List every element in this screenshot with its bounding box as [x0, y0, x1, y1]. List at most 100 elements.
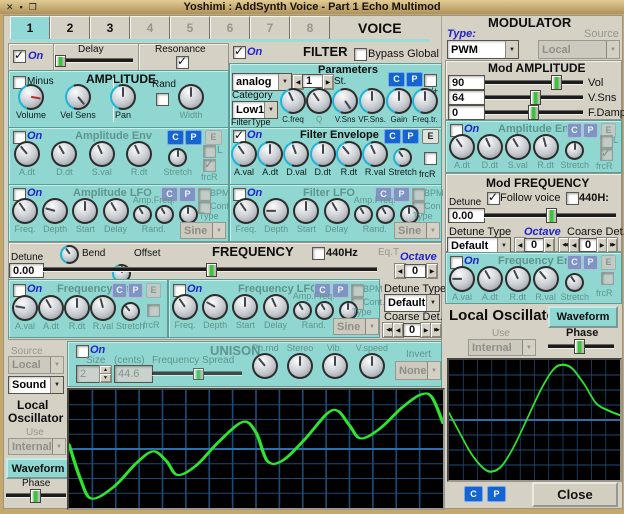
waveform-button[interactable]: Waveform [6, 458, 70, 479]
knob-pan[interactable] [110, 84, 136, 110]
knob-freq[interactable] [233, 198, 259, 224]
filter-env-edit-button[interactable]: E [422, 129, 439, 144]
freq-lfo-type-select[interactable]: Sine [333, 318, 379, 335]
mod-type-select[interactable]: PWM [447, 40, 519, 59]
local-osc-use-select[interactable]: Internal [8, 438, 66, 455]
mod-waveform-button[interactable]: Waveform [548, 306, 618, 328]
filter-paste-button[interactable]: P [406, 72, 423, 87]
unison-size-down-button[interactable] [99, 373, 112, 383]
mod-coarse-max-button[interactable] [606, 237, 618, 253]
close-button[interactable]: Close [532, 482, 618, 507]
phase-slider-handle[interactable] [30, 489, 41, 503]
knob-a-dt[interactable] [477, 266, 503, 292]
knob-a-val[interactable] [231, 141, 257, 167]
sound-select[interactable]: Sound [8, 376, 64, 394]
mod-velsns-handle[interactable] [530, 90, 541, 105]
voice-on-checkbox[interactable] [13, 50, 26, 63]
rand-checkbox[interactable] [156, 93, 169, 106]
detune-slider-handle[interactable] [206, 263, 217, 277]
knob-ph-rnd[interactable] [252, 353, 278, 379]
mod-fdamp-slider[interactable] [485, 105, 583, 118]
tab-voice-2[interactable]: 2 [50, 16, 90, 40]
resonance-checkbox[interactable] [176, 56, 189, 69]
coarse-detune-max-button[interactable] [430, 322, 442, 338]
mod-freq-env-forcedrelease-checkbox[interactable] [601, 272, 614, 285]
delay-slider[interactable] [57, 55, 133, 65]
filter-lfo-type-select[interactable]: Sine [394, 222, 440, 239]
knob-rand[interactable] [133, 205, 152, 224]
knob-r-val[interactable] [362, 141, 388, 167]
mod-fdamp-handle[interactable] [528, 105, 539, 120]
knob-rand[interactable] [354, 205, 373, 224]
knob-r-dt[interactable] [64, 295, 90, 321]
knob-a-val[interactable] [12, 295, 38, 321]
knob-vel-sens[interactable] [65, 84, 91, 110]
knob-r-dt[interactable] [505, 266, 531, 292]
amp-env-edit-button[interactable]: E [205, 130, 222, 145]
knob-rand[interactable] [155, 205, 174, 224]
octave-increment-button[interactable] [426, 263, 438, 279]
tab-voice-5[interactable]: 5 [170, 16, 210, 40]
knob-d-dt[interactable] [477, 134, 503, 160]
detune-type-select[interactable]: Default [384, 294, 440, 312]
bypass-global-checkbox[interactable] [354, 48, 367, 61]
minimize-icon[interactable]: ▪ [20, 1, 23, 13]
detune-slider[interactable] [43, 263, 377, 275]
mod-440hz-checkbox[interactable] [566, 192, 579, 205]
knob-width[interactable] [178, 84, 204, 110]
fixed-440hz-checkbox[interactable] [312, 247, 325, 260]
mod-detune-handle[interactable] [546, 208, 557, 223]
modulator-paste-button[interactable]: P [487, 486, 506, 502]
filter-on-checkbox[interactable] [233, 46, 246, 59]
knob-d-val[interactable] [283, 141, 309, 167]
knob-stretch[interactable] [168, 148, 187, 167]
knob-depth[interactable] [263, 198, 289, 224]
mod-amp-env-forcedrelease-checkbox[interactable] [600, 148, 613, 161]
knob-stretch[interactable] [121, 302, 140, 321]
knob-s-val[interactable] [89, 141, 115, 167]
knob-delay[interactable] [263, 294, 289, 320]
maximize-icon[interactable]: ❐ [29, 1, 37, 13]
knob-freq-tr[interactable] [412, 88, 438, 114]
knob-v-sns[interactable] [332, 88, 358, 114]
amp-lfo-type-select[interactable]: Sine [180, 222, 226, 239]
knob-a-dt[interactable] [14, 141, 40, 167]
mod-freq-env-edit-button[interactable]: E [601, 255, 616, 270]
knob-start[interactable] [72, 198, 98, 224]
knob-r-val[interactable] [533, 266, 559, 292]
knob-rand[interactable] [376, 205, 395, 224]
phase-slider[interactable] [6, 489, 66, 501]
delay-slider-handle[interactable] [55, 55, 66, 67]
knob-vf-sns[interactable] [359, 88, 385, 114]
knob-rand[interactable] [293, 301, 312, 320]
knob-start[interactable] [232, 294, 258, 320]
filter-env-forcedrelease-checkbox[interactable] [424, 152, 437, 165]
mod-detune-slider[interactable] [484, 208, 616, 221]
knob-start[interactable] [293, 198, 319, 224]
knob-rand[interactable] [315, 301, 334, 320]
bend-knob[interactable] [60, 245, 79, 264]
knob-r-dt[interactable] [126, 141, 152, 167]
mod-velsns-slider[interactable] [485, 90, 583, 103]
filter-copy-button[interactable]: C [388, 72, 405, 87]
unison-spread-slider[interactable] [152, 368, 242, 378]
knob-r-dt[interactable] [533, 134, 559, 160]
knob-freq[interactable] [12, 198, 38, 224]
knob-d-dt[interactable] [51, 141, 77, 167]
mod-volume-slider[interactable] [485, 75, 583, 88]
knob-stretch[interactable] [565, 141, 584, 160]
close-window-icon[interactable]: ✕ [6, 1, 14, 13]
knob-stereo[interactable] [287, 353, 313, 379]
knob-q[interactable] [306, 88, 332, 114]
modulator-copy-button[interactable]: C [464, 486, 483, 502]
knob-s-val[interactable] [505, 134, 531, 160]
source-select[interactable]: Local [8, 356, 64, 374]
knob-a-val[interactable] [449, 266, 475, 292]
mod-volume-handle[interactable] [551, 75, 562, 90]
freq-env-edit-button[interactable]: E [146, 283, 161, 298]
knob-a-dt[interactable] [38, 295, 64, 321]
mod-phase-handle[interactable] [574, 339, 585, 354]
knob-delay[interactable] [324, 198, 350, 224]
knob-r-val[interactable] [90, 295, 116, 321]
knob-c-freq[interactable] [280, 88, 306, 114]
